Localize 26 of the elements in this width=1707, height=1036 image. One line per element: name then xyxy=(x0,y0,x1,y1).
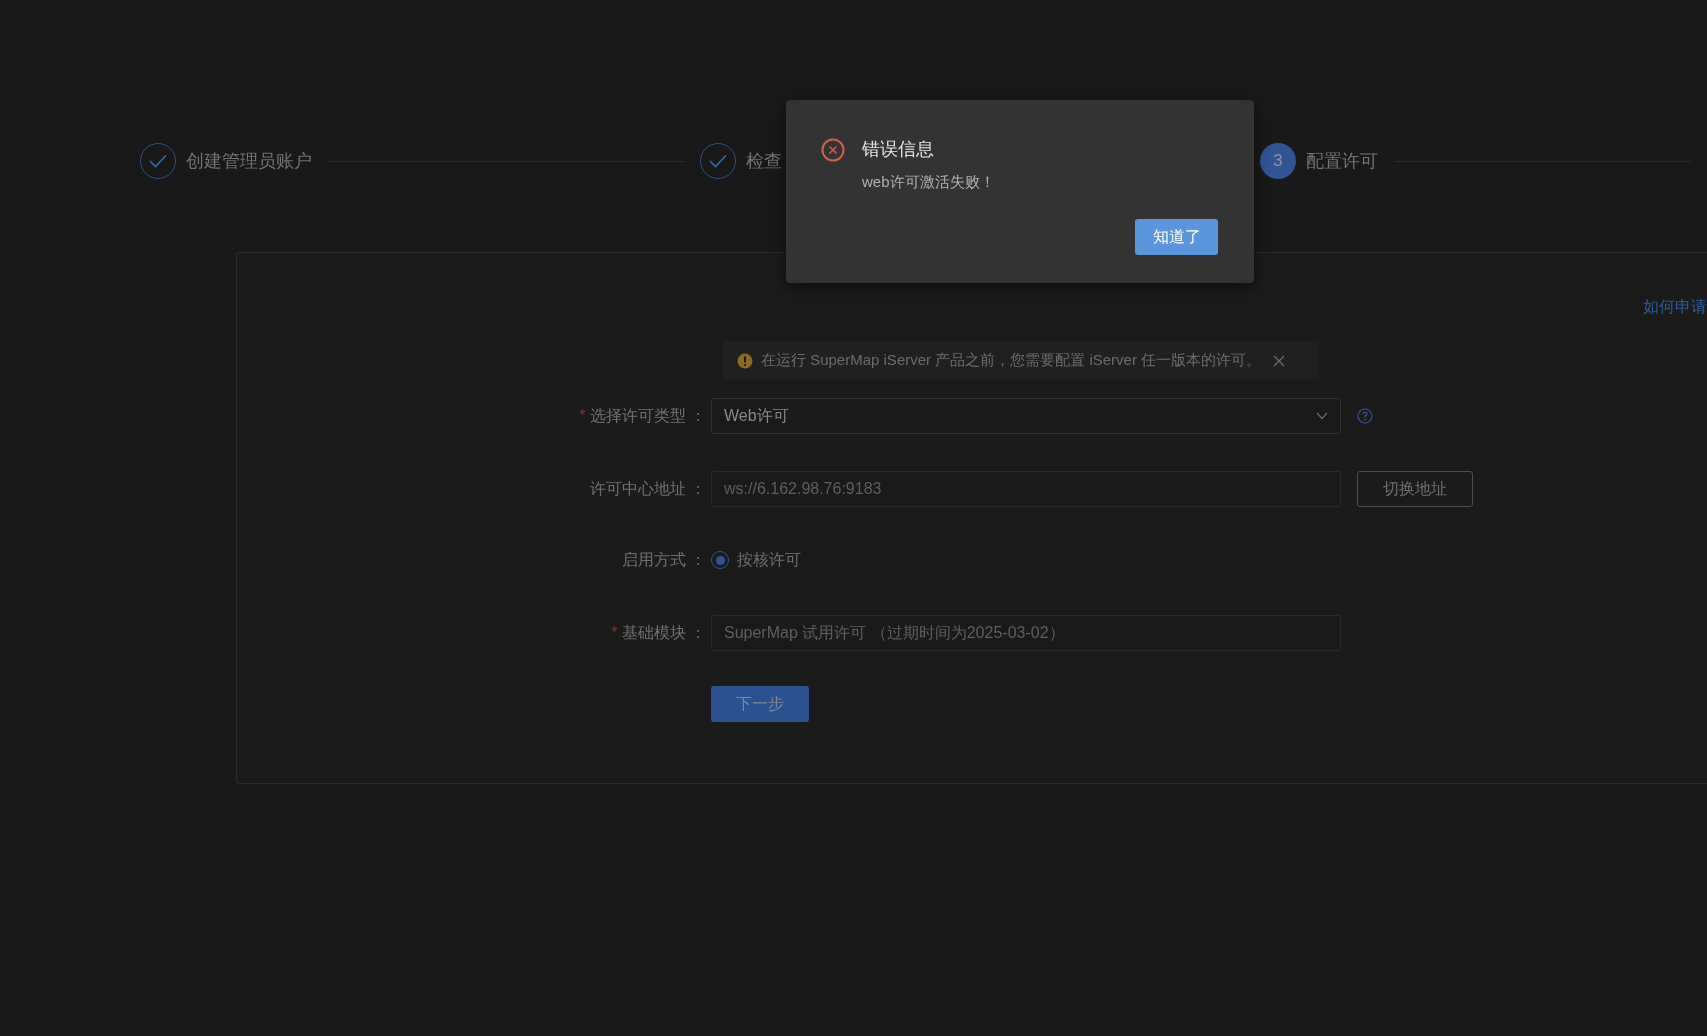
ok-button[interactable]: 知道了 xyxy=(1135,219,1218,255)
select-value: Web许可 xyxy=(724,406,790,426)
radio-option[interactable]: 按核许可 xyxy=(711,548,801,572)
alert-text: 在运行 SuperMap iServer 产品之前，您需要配置 iServer 任一版本的许可。 xyxy=(761,350,1262,371)
required-mark: * xyxy=(579,407,586,424)
dialog-message: web许可激活失败！ xyxy=(862,172,996,192)
chevron-down-icon xyxy=(1316,412,1328,420)
field-label: 选择许可类型 ： xyxy=(589,407,706,424)
field-label: 基础模块 ： xyxy=(621,624,706,641)
next-button[interactable]: 下一步 xyxy=(711,686,809,722)
switch-address-button[interactable]: 切换地址 xyxy=(1357,471,1473,507)
step-label: 检查 xyxy=(746,149,782,173)
help-link[interactable]: 如何申请 xyxy=(1643,298,1707,315)
step-label: 配置许可 xyxy=(1306,149,1378,173)
input-field[interactable]: ws://6.162.98.76:9183 xyxy=(711,471,1341,507)
step-number: 3 xyxy=(1260,143,1296,179)
field-label: 启用方式 ： xyxy=(621,551,706,568)
required-mark: * xyxy=(611,624,618,641)
step-label: 创建管理员账户 xyxy=(186,149,312,173)
field-label: 许可中心地址 ： xyxy=(589,480,706,497)
close-icon[interactable] xyxy=(1273,354,1286,367)
dialog-title: 错误信息 xyxy=(862,138,934,161)
input-field[interactable]: SuperMap 试用许可 （过期时间为2025-03-02） xyxy=(711,615,1341,651)
warning-icon xyxy=(737,352,753,369)
select-field[interactable]: Web许可 xyxy=(711,398,1341,434)
help-icon[interactable] xyxy=(1357,408,1373,424)
